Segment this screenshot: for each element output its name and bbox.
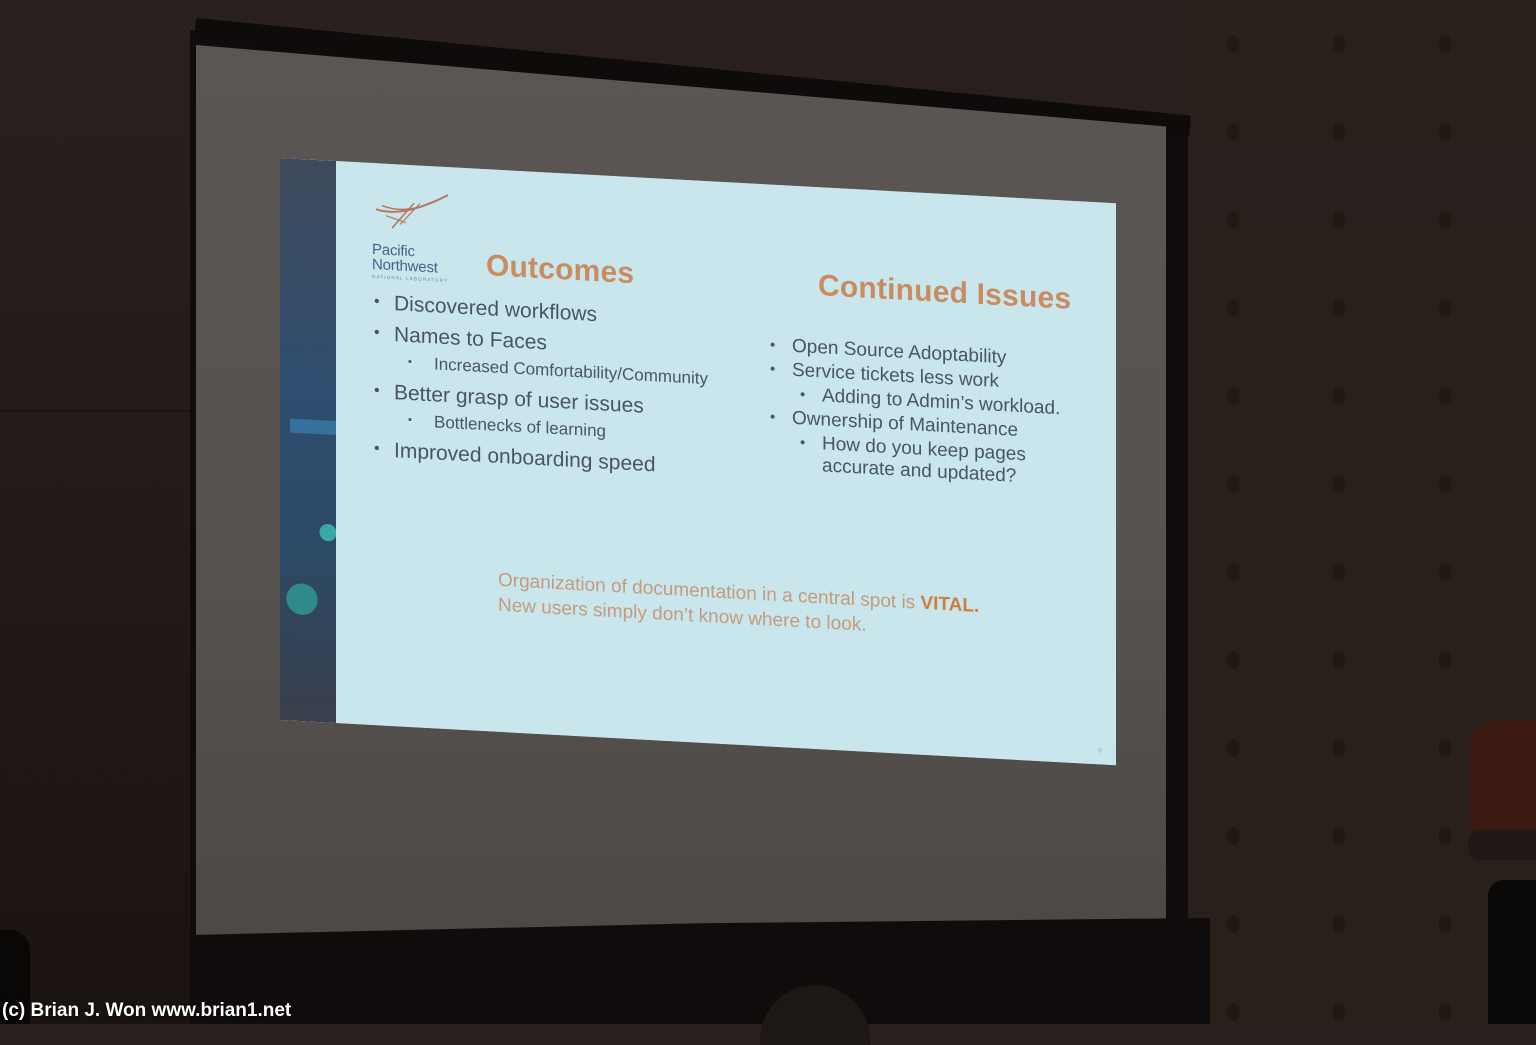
outcomes-list: Discovered workflows Names to Faces Incr… [374,291,708,487]
presenter-shoulder [1470,720,1536,840]
patterned-wallpaper [1180,0,1536,1024]
pnnl-logo-icon [375,194,449,229]
logo-text-northwest: Northwest [372,255,438,277]
screen-stand-skirt [190,918,1210,1024]
continued-issues-list: Open Source Adoptability Service tickets… [770,335,1060,493]
chair-silhouette [1488,880,1536,1024]
takeaway-statement: Organization of documentation in a centr… [498,568,979,644]
photo-watermark: (c) Brian J. Won www.brian1.net [2,1000,292,1021]
pnnl-logo: Pacific Northwest NATIONAL LABORATORY [372,189,452,283]
slide-decorative-image-strip [280,158,338,724]
slide-body: Pacific Northwest NATIONAL LABORATORY Ou… [336,161,1116,766]
wall-seam [0,410,200,412]
outcomes-heading: Outcomes [486,249,635,291]
presenter-arm [1468,830,1536,860]
presentation-slide: Pacific Northwest NATIONAL LABORATORY Ou… [280,158,1116,766]
slide-page-number: 9 [1098,747,1102,755]
continued-issues-heading: Continued Issues [818,269,1072,316]
takeaway-emphasis: VITAL. [920,592,980,617]
